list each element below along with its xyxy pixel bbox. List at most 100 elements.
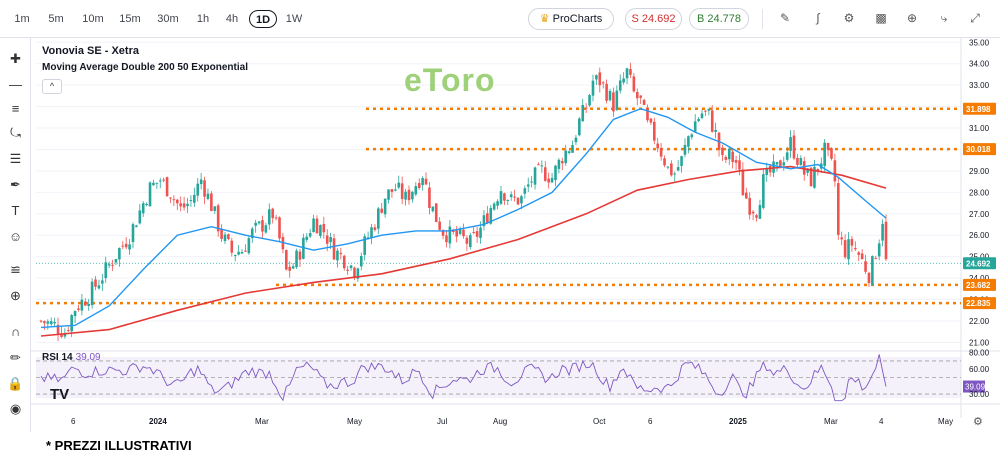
candle-body	[414, 186, 418, 195]
buy-button[interactable]: B 24.778	[689, 8, 749, 30]
magnet-icon[interactable]: ∩	[6, 322, 25, 341]
candle-body	[727, 148, 731, 160]
price-tick-label: 31.00	[969, 124, 990, 133]
candle-body	[785, 152, 789, 160]
ruler-icon[interactable]: ≌	[6, 260, 25, 279]
candle-body	[407, 189, 411, 201]
candle-body	[220, 228, 223, 239]
candle-body	[540, 165, 544, 167]
candle-body	[564, 150, 568, 164]
timeframe-1m[interactable]: 1m	[12, 10, 32, 28]
candle-body	[261, 220, 264, 232]
candle-body	[121, 245, 125, 247]
candle-body	[523, 188, 527, 194]
timeframe-30m[interactable]: 30m	[155, 10, 181, 28]
candle-body	[884, 221, 888, 260]
candle-body	[373, 227, 377, 230]
prochart-button[interactable]: ♛ ProCharts	[528, 8, 614, 30]
price-tick-label: 22.00	[969, 317, 990, 326]
rsi-name: RSI 14	[42, 352, 73, 363]
indicators-icon[interactable]: ∫	[810, 10, 826, 26]
collapse-icon[interactable]: ⤢	[967, 10, 983, 26]
horizontal-lines-icon[interactable]: ≡	[6, 99, 25, 118]
candle-body	[80, 299, 84, 311]
chart-type-icon[interactable]: ▩	[873, 10, 889, 26]
pencil-icon[interactable]: ✎	[777, 10, 793, 26]
candle-body	[210, 193, 213, 212]
emoji-icon[interactable]: ☺	[6, 227, 25, 246]
candle-body	[271, 208, 274, 219]
candle-body	[748, 197, 752, 215]
sell-button[interactable]: S 24.692	[625, 8, 682, 30]
axis-settings-icon[interactable]: ⚙	[973, 415, 983, 428]
candle-body	[649, 118, 653, 123]
candle-body	[179, 203, 182, 207]
candle-body	[571, 145, 574, 153]
candle-body	[278, 217, 281, 239]
fib-icon[interactable]: ☰	[6, 149, 25, 168]
candle-body	[724, 156, 728, 160]
pattern-icon[interactable]: ⤿	[6, 123, 25, 142]
timeframe-15m[interactable]: 15m	[117, 10, 143, 28]
candle-body	[336, 250, 339, 261]
price-chart[interactable]: 35.0034.0033.0032.0031.0030.0029.0028.00…	[31, 38, 1000, 432]
candle-body	[135, 225, 138, 228]
timeframe-1w[interactable]: 1W	[283, 10, 305, 28]
trend-line-icon[interactable]: —	[6, 75, 25, 94]
candle-body	[697, 118, 700, 122]
candle-body	[503, 193, 506, 201]
current-price-label: 24.692	[966, 259, 991, 268]
candle-body	[612, 92, 615, 112]
lock-drawing-icon[interactable]: ✏	[6, 348, 25, 367]
timeframe-1d[interactable]: 1D	[249, 10, 277, 28]
candle-body	[745, 192, 748, 199]
candle-body	[169, 197, 172, 199]
candle-body	[148, 182, 152, 207]
time-tick-label: Aug	[493, 417, 507, 426]
lock-icon[interactable]: 🔒	[6, 374, 25, 393]
candle-body	[380, 208, 384, 213]
price-tick-label: 27.00	[969, 210, 990, 219]
candle-body	[233, 254, 237, 256]
candle-body	[274, 217, 278, 219]
candle-body	[94, 279, 97, 287]
candle-body	[710, 110, 714, 132]
candle-body	[738, 160, 741, 170]
candle-body	[469, 235, 472, 248]
settings-icon[interactable]: ⚙	[841, 10, 857, 26]
candle-body	[305, 236, 309, 240]
timeframe-1h[interactable]: 1h	[194, 10, 212, 28]
candle-body	[561, 161, 564, 164]
time-tick-label: 4	[879, 417, 884, 426]
candle-body	[417, 183, 421, 188]
candle-body	[145, 203, 148, 205]
candle-body	[172, 199, 176, 201]
legend-collapse-button[interactable]: ^	[42, 79, 62, 94]
eye-icon[interactable]: ◉	[6, 399, 25, 418]
rsi-tick-label: 30.00	[969, 390, 990, 399]
candle-body	[871, 256, 874, 285]
share-icon[interactable]: ⤷	[936, 10, 952, 26]
timeframe-10m[interactable]: 10m	[79, 10, 107, 28]
brush-icon[interactable]: ✒	[6, 175, 25, 194]
text-icon[interactable]: T	[6, 201, 25, 220]
candle-body	[854, 248, 857, 250]
candle-body	[196, 183, 200, 196]
add-icon[interactable]: ⊕	[904, 10, 920, 26]
zoom-icon[interactable]: ⊕	[6, 286, 25, 305]
time-tick-label: 6	[71, 417, 76, 426]
timeframe-4h[interactable]: 4h	[223, 10, 241, 28]
candle-body	[584, 107, 588, 109]
timeframe-5m[interactable]: 5m	[45, 10, 67, 28]
candle-body	[670, 163, 673, 176]
illustrative-prices-note: * PREZZI ILLUSTRATIVI	[46, 438, 192, 453]
crosshair-icon[interactable]: ✚	[6, 49, 25, 68]
chart-title: Vonovia SE - Xetra	[42, 45, 139, 57]
candle-body	[118, 248, 121, 260]
candle-body	[182, 203, 186, 208]
candle-body	[377, 208, 380, 229]
candle-body	[499, 191, 503, 204]
rsi-tick-label: 60.00	[969, 365, 990, 374]
candle-body	[128, 244, 131, 250]
candle-body	[308, 233, 312, 237]
